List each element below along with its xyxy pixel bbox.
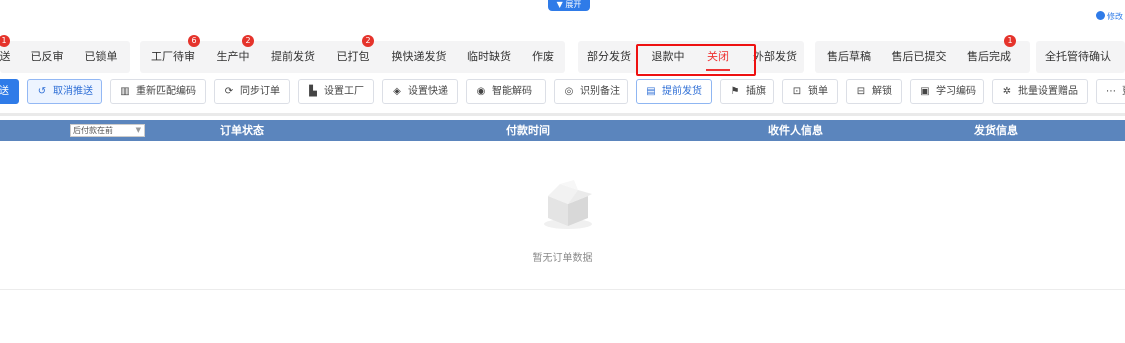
cancel-push-button[interactable]: ↺ 取消推送: [27, 79, 102, 104]
image-icon: ▣: [920, 86, 930, 97]
tab-producing[interactable]: 生产中 2: [212, 35, 254, 73]
push-button[interactable]: 送: [0, 79, 19, 104]
early-ship-button[interactable]: ▤ 提前发货: [636, 79, 712, 104]
highlight-box: [636, 44, 756, 76]
unlock-button[interactable]: ⊟ 解锁: [846, 79, 902, 104]
tab-factory-pending[interactable]: 工厂待审 6: [148, 35, 200, 73]
flag-icon: ⚑: [730, 86, 740, 97]
tab-badge: 2: [362, 35, 374, 47]
edit-link[interactable]: 修改: [1096, 11, 1123, 22]
tab-badge: 1: [0, 35, 10, 47]
batch-gift-button[interactable]: ✲ 批量设置赠品: [992, 79, 1088, 104]
tab-packed[interactable]: 已打包 2: [332, 35, 374, 73]
header-order-status: 订单状态: [220, 124, 264, 137]
set-factory-button[interactable]: ▙ 设置工厂: [298, 79, 374, 104]
tab-reversed[interactable]: 已反审: [26, 41, 68, 73]
sync-order-button[interactable]: ⟳ 同步订单: [214, 79, 290, 104]
divider: [0, 113, 1125, 116]
tab-void[interactable]: 作废: [526, 41, 560, 73]
tab-managed-pending[interactable]: 全托管待确认: [1040, 41, 1116, 73]
tab-badge: 2: [242, 35, 254, 47]
expand-button[interactable]: ▼ 展开: [548, 0, 590, 11]
smart-decode-button[interactable]: ◉ 智能解码: [466, 79, 546, 104]
empty-text: 暂无订单数据: [532, 253, 593, 264]
header-receiver-info: 收件人信息: [768, 124, 823, 137]
gear-icon: [1096, 11, 1105, 20]
tab-aftersale-submitted[interactable]: 售后已提交: [886, 41, 952, 73]
unlock-icon: ⊟: [856, 86, 866, 97]
table-header: 后付款在前 ▼ 订单状态 付款时间 收件人信息 发货信息: [0, 120, 1125, 141]
scan-icon: ◎: [564, 86, 574, 97]
tab-aftersale-done[interactable]: 售后完成 1: [962, 35, 1016, 73]
tab-external-ship[interactable]: 外部发货: [748, 41, 802, 73]
more-icon: ⋯: [1106, 86, 1116, 97]
sync-icon: ⟳: [224, 86, 234, 97]
factory-icon: ▙: [309, 86, 317, 97]
edit-label: 修改: [1107, 12, 1123, 21]
recognize-note-button[interactable]: ◎ 识别备注: [554, 79, 628, 104]
tab-badge: 6: [188, 35, 200, 47]
header-pay-time: 付款时间: [506, 124, 550, 137]
sort-select[interactable]: 后付款在前 ▼: [70, 124, 145, 137]
document-icon: ▤: [646, 86, 656, 97]
barcode-icon: ▥: [120, 86, 130, 97]
set-express-button[interactable]: ◈ 设置快递: [382, 79, 458, 104]
rematch-code-button[interactable]: ▥ 重新匹配编码: [110, 79, 206, 104]
tab-early-ship[interactable]: 提前发货: [266, 41, 320, 73]
package-icon: ◈: [393, 86, 401, 97]
tab-send[interactable]: 送1: [0, 35, 14, 73]
gear-icon: ✲: [1002, 86, 1012, 97]
eye-icon: ◉: [476, 86, 486, 97]
learn-code-button[interactable]: ▣ 学习编码: [910, 79, 984, 104]
empty-box-icon: [544, 180, 592, 229]
more-button[interactable]: ⋯更: [1096, 79, 1125, 104]
status-tabs: 送1 已反审 已锁单 工厂待审 6 生产中 2 提前发货 已打包 2 换快递发货 临时…: [0, 35, 1125, 73]
tab-out-of-stock[interactable]: 临时缺货: [462, 41, 516, 73]
action-toolbar: 送 ↺ 取消推送 ▥ 重新匹配编码 ⟳ 同步订单 ▙ 设置工厂 ◈ 设置快递 ◉ 智能解码 …: [0, 79, 1125, 104]
tab-badge: 1: [1004, 35, 1016, 47]
undo-icon: ↺: [37, 86, 47, 97]
tab-aftersale-draft[interactable]: 售后草稿: [822, 41, 876, 73]
chevron-down-icon: ▼: [135, 126, 141, 134]
divider: [0, 289, 1125, 290]
tab-locked[interactable]: 已锁单: [80, 41, 122, 73]
header-ship-info: 发货信息: [974, 124, 1018, 137]
flag-button[interactable]: ⚑ 插旗: [720, 79, 774, 104]
tab-partial-ship[interactable]: 部分发货: [582, 41, 636, 73]
lock-icon: ⊡: [792, 86, 802, 97]
tab-change-express[interactable]: 换快递发货: [386, 41, 452, 73]
lock-order-button[interactable]: ⊡ 锁单: [782, 79, 838, 104]
